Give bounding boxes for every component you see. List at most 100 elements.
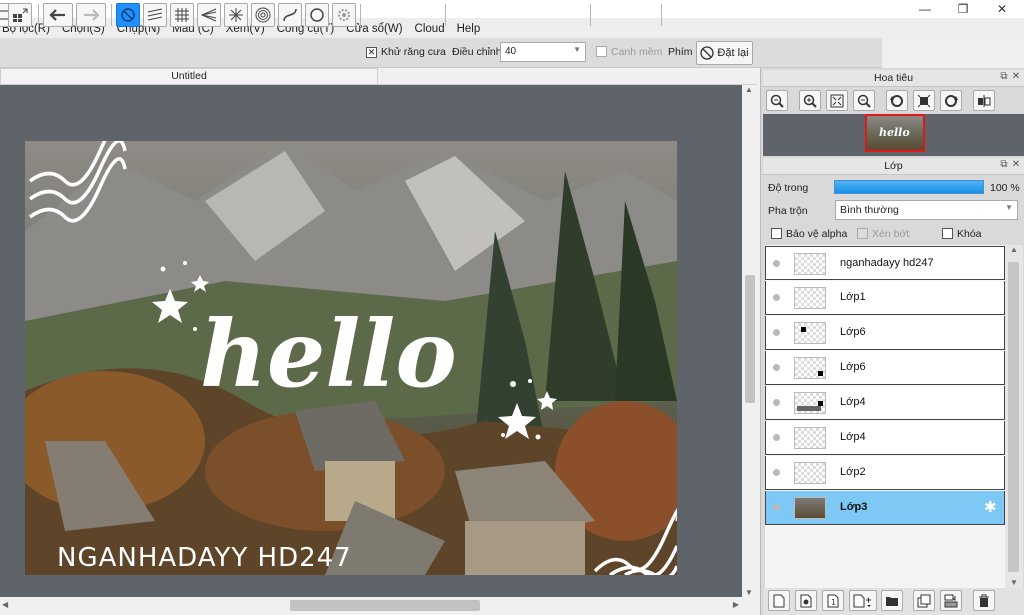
opacity-slider[interactable] [834,180,984,194]
concentric-icon[interactable] [251,3,275,27]
layers-title: Lớp [763,158,1024,175]
layer-thumbnail [794,392,826,414]
toolbar-divider [590,4,591,26]
flip-horizontal-icon[interactable] [973,90,995,111]
restore-button[interactable]: ❐ [943,0,983,18]
zoom-out-icon[interactable] [853,90,875,111]
mountain-landscape: hello NGANHADAYY HD247 [25,141,677,575]
layer-name: Lớp2 [840,466,866,478]
ruler-settings-icon[interactable] [332,3,356,27]
layer-thumbnail [794,497,826,519]
grid-snap-icon[interactable] [170,3,194,27]
minimize-button[interactable]: — [905,0,945,18]
fit-window-icon[interactable] [826,90,848,111]
reset-button[interactable]: Đặt lại [696,41,753,65]
layer-thumbnail [794,427,826,449]
adjust-value: 40 [505,46,517,57]
reset-label: Đặt lại [717,47,749,59]
navigator-title: Hoa tiêu [763,70,1024,87]
scroll-right-icon[interactable]: ▶ [733,600,739,609]
adjust-label: Điều chỉnh [452,46,502,58]
clipping-checkbox[interactable] [857,228,868,242]
clipping-label: Xén bớt [872,228,910,240]
hello-script-text: hello [200,300,457,408]
trash-icon[interactable] [973,590,995,611]
new-halftone-layer-icon[interactable] [795,590,817,611]
ellipse-ruler-icon[interactable] [305,3,329,27]
zoom-in-icon[interactable] [799,90,821,111]
canvas-horizontal-scroll-thumb[interactable] [290,600,480,611]
opacity-value: 100 % [990,182,1020,194]
radial-lines-icon[interactable] [224,3,248,27]
blend-label: Pha trộn [768,205,808,217]
curve-ruler-icon[interactable] [278,3,302,27]
artwork-image[interactable]: hello NGANHADAYY HD247 [25,141,677,575]
menu-help[interactable]: Help [451,23,487,35]
close-button[interactable]: ✕ [982,0,1022,18]
layer-row[interactable]: Lớp4 [765,421,1005,455]
visibility-dot-icon[interactable] [773,260,780,267]
lock-label: Khóa [957,228,982,240]
layer-row[interactable]: Lớp2 [765,456,1005,490]
toolbar-divider [661,4,662,26]
layer-thumbnail [794,322,826,344]
parallel-lines-icon[interactable] [143,3,167,27]
prohibit-icon [700,46,715,60]
panel-close-icon[interactable]: ✕ [1005,71,1024,83]
rotate-left-icon[interactable] [886,90,908,111]
merge-down-icon[interactable] [940,590,962,611]
antialias-label: Khử răng cưa [381,46,446,58]
visibility-dot-icon[interactable] [773,399,780,406]
layer-row-selected[interactable]: Lớp3 ✱ [765,491,1005,525]
visibility-dot-icon[interactable] [773,469,780,476]
panel-close-icon[interactable]: ✕ [1005,159,1024,171]
blend-mode-select[interactable]: Bình thường ▼ [835,200,1018,220]
protect-alpha-checkbox[interactable] [771,228,782,242]
snap-off-icon[interactable] [116,3,140,27]
layer-row[interactable]: Lớp1 [765,281,1005,315]
visibility-dot-icon[interactable] [773,434,780,441]
scroll-up-icon[interactable]: ▲ [745,85,753,94]
scroll-up-icon[interactable]: ▲ [1010,245,1018,254]
visibility-dot-icon[interactable] [773,294,780,301]
layer-list-scroll-thumb[interactable] [1008,262,1019,572]
navigator-thumbnail-text: hello [879,126,910,139]
scroll-down-icon[interactable]: ▼ [1010,578,1018,587]
scroll-left-icon[interactable]: ◀ [2,600,8,609]
lock-checkbox[interactable] [942,228,953,242]
reset-view-icon[interactable] [913,90,935,111]
perspective-icon[interactable] [197,3,221,27]
scroll-down-icon[interactable]: ▼ [745,588,753,597]
undo-icon[interactable] [43,3,73,27]
rotate-right-icon[interactable] [940,90,962,111]
visibility-dot-icon[interactable] [773,329,780,336]
svg-text:1: 1 [831,598,836,607]
gear-icon[interactable]: ✱ [984,498,997,516]
protect-alpha-label: Bảo vệ alpha [786,228,848,240]
new-layer-icon[interactable] [768,590,790,611]
smooth-edge-checkbox[interactable] [596,46,607,60]
redo-icon[interactable] [76,3,106,27]
visibility-dot-icon[interactable] [773,504,780,511]
layer-row[interactable]: Lớp6 [765,351,1005,385]
new-1bit-layer-icon[interactable]: 1 [822,590,844,611]
layer-row[interactable]: nganhadayy hd247 [765,246,1005,280]
layer-name: Lớp6 [840,361,866,373]
layer-row[interactable]: Lớp4 [765,386,1005,420]
visibility-dot-icon[interactable] [773,364,780,371]
add-layer-menu-icon[interactable] [849,590,877,611]
adjust-select[interactable]: 40 ▼ [500,42,586,62]
folder-icon[interactable] [881,590,903,611]
zoom-fit-icon[interactable] [766,90,788,111]
layer-name: Lớp4 [840,396,866,408]
duplicate-layer-icon[interactable] [913,590,935,611]
toolbar-divider [360,4,361,26]
layer-row[interactable]: Lớp6 [765,316,1005,350]
grid-view-icon[interactable] [8,3,32,27]
chevron-down-icon: ▼ [573,45,581,54]
antialias-checkbox[interactable]: ✕ [366,46,377,58]
canvas-vertical-scroll-thumb[interactable] [745,275,755,403]
navigator-thumbnail[interactable]: hello [865,114,925,152]
document-tab[interactable]: Untitled [0,68,378,85]
smooth-edge-label: Cạnh mềm [611,46,663,58]
